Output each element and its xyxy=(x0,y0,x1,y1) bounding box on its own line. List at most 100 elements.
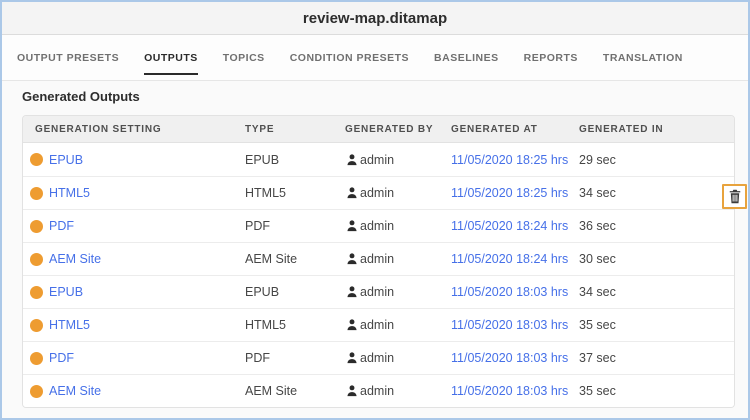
generation-setting-cell: PDF xyxy=(23,351,233,365)
tab-condition-presets[interactable]: CONDITION PRESETS xyxy=(290,35,409,80)
type-cell: AEM Site xyxy=(233,384,333,398)
generated-at-cell: 11/05/2020 18:03 hrs xyxy=(439,318,568,332)
tab-reports[interactable]: REPORTS xyxy=(524,35,578,80)
generation-setting-cell: PDF xyxy=(23,219,233,233)
type-value: HTML5 xyxy=(245,318,286,332)
table-row: PDF PDF admin 11/05/2020 18:24 hrs 36 se… xyxy=(23,209,734,242)
user-icon xyxy=(347,385,357,397)
table-row: EPUB EPUB admin 11/05/2020 18:03 hrs 34 … xyxy=(23,275,734,308)
trash-icon xyxy=(729,189,740,204)
generated-by-cell: admin xyxy=(333,318,439,332)
tab-baselines[interactable]: BASELINES xyxy=(434,35,499,80)
type-value: EPUB xyxy=(245,285,280,299)
user-icon xyxy=(347,220,357,232)
generated-at-cell: 11/05/2020 18:25 hrs xyxy=(439,153,568,167)
tab-output-presets[interactable]: OUTPUT PRESETS xyxy=(17,35,119,80)
tab-translation[interactable]: TRANSLATION xyxy=(603,35,683,80)
generated-in-cell: 34 sec xyxy=(567,285,734,299)
status-dot-icon xyxy=(30,318,43,332)
generation-setting-link[interactable]: EPUB xyxy=(49,153,83,167)
generated-at-cell: 11/05/2020 18:03 hrs xyxy=(439,351,568,365)
status-dot-icon xyxy=(30,351,43,365)
generated-at-link[interactable]: 11/05/2020 18:03 hrs xyxy=(451,318,568,332)
generated-by-value: admin xyxy=(360,285,395,299)
generated-at-cell: 11/05/2020 18:03 hrs xyxy=(439,285,568,299)
generated-at-link[interactable]: 11/05/2020 18:03 hrs xyxy=(451,351,568,365)
generation-setting-link[interactable]: PDF xyxy=(49,351,74,365)
generated-in-cell: 36 sec xyxy=(567,219,734,233)
generated-by-value: admin xyxy=(360,152,395,167)
page-title: review-map.ditamap xyxy=(302,9,448,27)
table-row: PDF PDF admin 11/05/2020 18:03 hrs 37 se… xyxy=(23,341,734,374)
generated-in-value: 29 sec xyxy=(579,152,616,167)
table-body: EPUB EPUB admin 11/05/2020 18:25 hrs 29 … xyxy=(23,143,734,407)
table-header-row: GENERATION SETTING TYPE GENERATED BY GENERA… xyxy=(23,116,734,143)
type-value: EPUB xyxy=(245,152,280,167)
generation-setting-cell: HTML5 xyxy=(23,186,233,200)
generation-setting-link[interactable]: AEM Site xyxy=(49,252,101,266)
generated-by-cell: admin xyxy=(333,285,439,299)
generated-in-cell: 35 sec xyxy=(567,384,734,398)
generation-setting-link[interactable]: HTML5 xyxy=(49,318,90,332)
generated-in-value: 37 sec xyxy=(579,351,616,365)
type-cell: PDF xyxy=(233,219,333,233)
generated-by-value: admin xyxy=(360,351,395,365)
delete-output-button[interactable] xyxy=(722,184,747,209)
generated-at-cell: 11/05/2020 18:25 hrs xyxy=(439,186,568,200)
generated-by-cell: admin xyxy=(333,351,439,365)
table-row: AEM Site AEM Site admin 11/05/2020 18:24… xyxy=(23,242,734,275)
column-header: GENERATION SETTING xyxy=(35,123,162,135)
generated-at-link[interactable]: 11/05/2020 18:03 hrs xyxy=(451,285,568,299)
generated-by-value: admin xyxy=(360,384,395,398)
column-header: GENERATED IN xyxy=(579,123,664,135)
type-cell: AEM Site xyxy=(233,252,333,266)
generation-setting-link[interactable]: PDF xyxy=(49,219,74,233)
type-cell: EPUB xyxy=(233,153,333,167)
generation-setting-link[interactable]: AEM Site xyxy=(49,384,101,398)
status-dot-icon xyxy=(30,252,43,266)
generated-by-value: admin xyxy=(360,252,395,266)
table-row: EPUB EPUB admin 11/05/2020 18:25 hrs 29 … xyxy=(23,143,734,176)
section-heading: Generated Outputs xyxy=(22,89,140,104)
user-icon xyxy=(347,253,357,265)
generated-at-cell: 11/05/2020 18:24 hrs xyxy=(439,219,568,233)
generated-in-value: 30 sec xyxy=(579,252,616,266)
generated-at-link[interactable]: 11/05/2020 18:03 hrs xyxy=(451,384,568,398)
app-window: review-map.ditamap OUTPUT PRESETS OUTPUTS… xyxy=(0,0,750,420)
generation-setting-cell: EPUB xyxy=(23,285,233,299)
generated-at-link[interactable]: 11/05/2020 18:24 hrs xyxy=(451,252,568,266)
generated-in-cell: 30 sec xyxy=(567,252,734,266)
generated-at-link[interactable]: 11/05/2020 18:25 hrs xyxy=(451,153,568,167)
generated-by-cell: admin xyxy=(333,252,439,266)
type-value: PDF xyxy=(245,351,270,365)
generated-in-value: 34 sec xyxy=(579,186,616,200)
table-row: HTML5 HTML5 admin 11/05/2020 18:25 hrs 3… xyxy=(23,176,734,209)
type-value: HTML5 xyxy=(245,186,286,200)
generated-at-cell: 11/05/2020 18:03 hrs xyxy=(439,384,568,398)
type-cell: HTML5 xyxy=(233,186,333,200)
generated-in-value: 35 sec xyxy=(579,384,616,398)
column-header: GENERATED AT xyxy=(451,123,538,135)
generation-setting-cell: EPUB xyxy=(23,153,233,167)
generated-by-cell: admin xyxy=(333,219,439,233)
tab-outputs[interactable]: OUTPUTS xyxy=(144,35,198,80)
generated-in-cell: 35 sec xyxy=(567,318,734,332)
generated-at-link[interactable]: 11/05/2020 18:24 hrs xyxy=(451,219,568,233)
status-dot-icon xyxy=(30,285,43,299)
tab-topics[interactable]: TOPICS xyxy=(223,35,265,80)
content-area: Generated Outputs GENERATION SETTING TYPE… xyxy=(2,81,748,418)
generated-outputs-table: GENERATION SETTING TYPE GENERATED BY GENERA… xyxy=(22,115,735,408)
status-dot-icon xyxy=(30,219,43,233)
generated-at-link[interactable]: 11/05/2020 18:25 hrs xyxy=(451,186,568,200)
user-icon xyxy=(347,319,357,331)
generated-by-cell: admin xyxy=(333,384,439,398)
generation-setting-cell: AEM Site xyxy=(23,252,233,266)
tab-bar: OUTPUT PRESETS OUTPUTS TOPICS CONDITION PRE… xyxy=(2,35,748,81)
generation-setting-link[interactable]: HTML5 xyxy=(49,186,90,200)
status-dot-icon xyxy=(30,384,43,398)
type-cell: EPUB xyxy=(233,285,333,299)
title-bar: review-map.ditamap xyxy=(2,2,748,35)
generated-in-value: 36 sec xyxy=(579,219,616,233)
generation-setting-link[interactable]: EPUB xyxy=(49,285,83,299)
generated-by-value: admin xyxy=(360,186,395,200)
